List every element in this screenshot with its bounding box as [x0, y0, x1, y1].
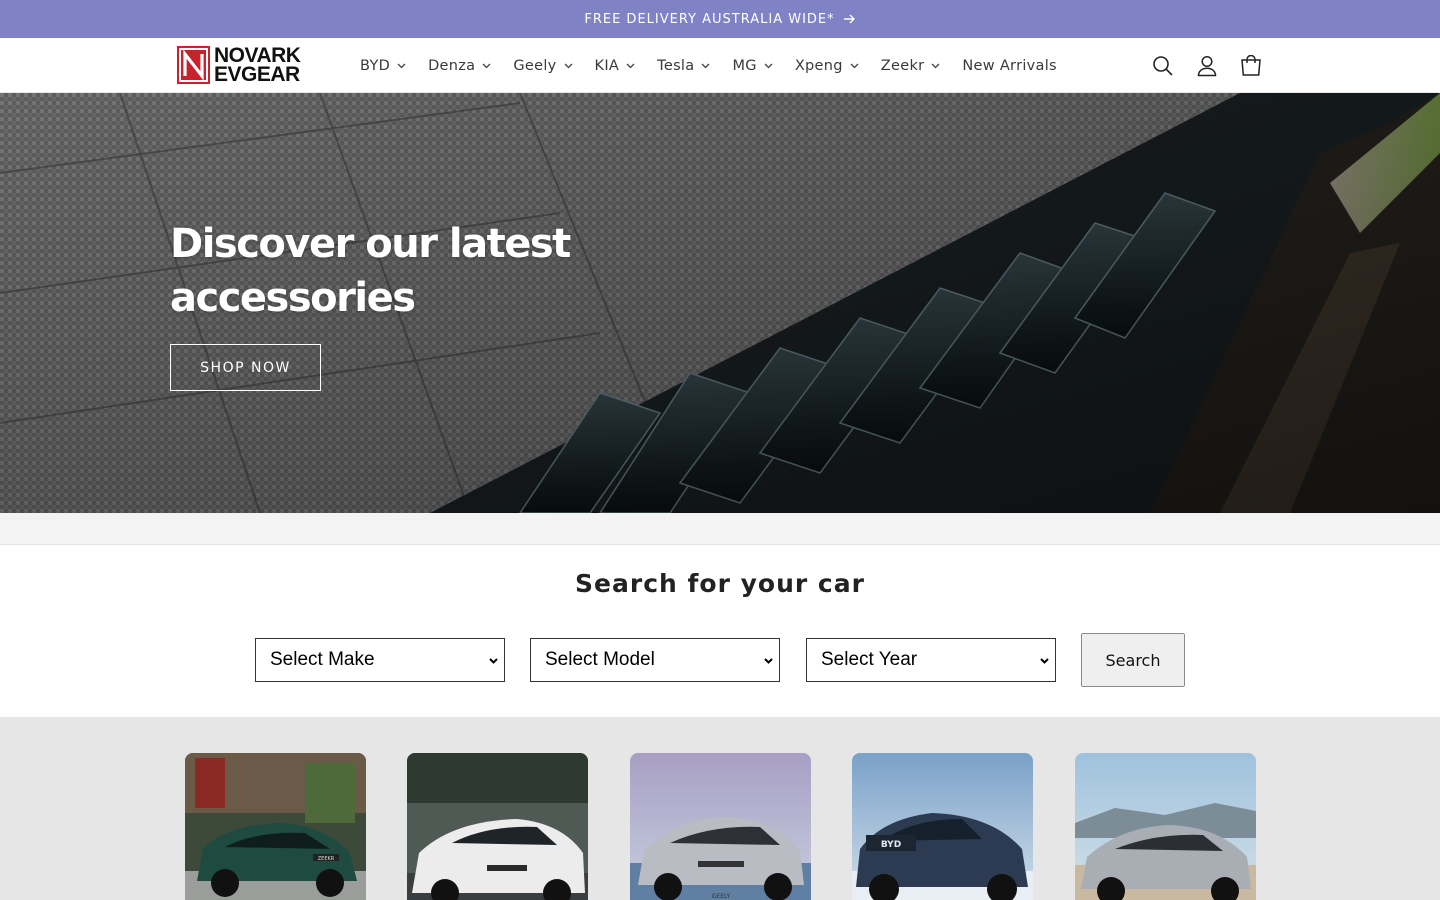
section-divider — [0, 513, 1440, 545]
select-year-dropdown[interactable]: Select Year — [806, 638, 1056, 682]
select-year-value: Select Year — [821, 649, 918, 670]
nav-item-kia[interactable]: KIA — [584, 38, 647, 93]
vehicle-cards-section: ZEEKR GEELY BYD — [0, 717, 1440, 900]
chevron-down-icon — [931, 63, 940, 69]
search-icon[interactable] — [1141, 44, 1185, 88]
chevron-down-icon — [488, 654, 499, 668]
chevron-down-icon — [564, 63, 573, 69]
nav-label: Tesla — [657, 57, 695, 74]
chevron-down-icon — [850, 63, 859, 69]
vehicle-image — [407, 753, 588, 900]
hero-banner: Discover our latest accessories SHOP NOW — [0, 93, 1440, 513]
nav-label: Geely — [513, 57, 557, 74]
main-nav: BYD Denza Geely KIA Tesla MG Xpeng Zeekr… — [349, 38, 1068, 93]
nav-item-tesla[interactable]: Tesla — [646, 38, 721, 93]
nav-label: Zeekr — [880, 57, 925, 74]
chevron-down-icon — [701, 63, 710, 69]
nav-label: New Arrivals — [962, 57, 1057, 74]
site-header: NOVARK EVGEAR BYD Denza Geely KIA Tesla … — [0, 38, 1440, 93]
byd-shark-card[interactable]: BYD — [852, 753, 1033, 900]
tesla-card[interactable] — [407, 753, 588, 900]
vehicle-image: GEELY — [630, 753, 811, 900]
chevron-down-icon — [763, 654, 774, 668]
nav-item-geely[interactable]: Geely — [502, 38, 583, 93]
zeekr-card[interactable]: ZEEKR — [185, 753, 366, 900]
hero-title-line1: Discover our latest — [170, 221, 571, 267]
shop-now-button[interactable]: SHOP NOW — [170, 344, 321, 391]
select-make-dropdown[interactable]: Select Make — [255, 638, 505, 682]
nav-label: BYD — [360, 57, 391, 74]
select-model-dropdown[interactable]: Select Model — [530, 638, 780, 682]
announcement-text[interactable]: FREE DELIVERY AUSTRALIA WIDE* — [584, 12, 834, 27]
chevron-down-icon — [397, 63, 406, 69]
byd-seal-card[interactable] — [1075, 753, 1256, 900]
plate-text: GEELY — [712, 893, 731, 900]
arrow-right-icon — [843, 14, 856, 24]
header-icons — [1141, 38, 1273, 93]
chevron-down-icon — [482, 63, 491, 69]
nav-item-xpeng[interactable]: Xpeng — [784, 38, 870, 93]
car-search-section: Search for your car Select Make Select M… — [0, 545, 1440, 717]
nav-item-mg[interactable]: MG — [721, 38, 783, 93]
account-icon[interactable] — [1185, 44, 1229, 88]
vehicle-image: BYD — [852, 753, 1033, 900]
nav-label: KIA — [594, 57, 620, 74]
chevron-down-icon — [626, 63, 635, 69]
vehicle-image — [1075, 753, 1256, 900]
plate-text: BYD — [881, 840, 901, 850]
logo[interactable]: NOVARK EVGEAR — [177, 45, 301, 86]
announcement-bar[interactable]: FREE DELIVERY AUSTRALIA WIDE* — [0, 0, 1440, 38]
search-section-title: Search for your car — [575, 569, 865, 598]
nav-item-new-arrivals[interactable]: New Arrivals — [951, 38, 1068, 93]
chevron-down-icon — [1039, 654, 1050, 668]
hero-title: Discover our latest accessories — [170, 217, 590, 325]
nav-label: MG — [732, 57, 757, 74]
nav-label: Denza — [428, 57, 476, 74]
select-model-value: Select Model — [545, 649, 655, 670]
nav-item-denza[interactable]: Denza — [417, 38, 502, 93]
nav-item-byd[interactable]: BYD — [349, 38, 417, 93]
select-make-value: Select Make — [270, 649, 375, 670]
search-button[interactable]: Search — [1081, 633, 1185, 687]
chevron-down-icon — [764, 63, 773, 69]
vehicle-image: ZEEKR — [185, 753, 366, 900]
plate-text: ZEEKR — [318, 856, 335, 862]
nav-item-zeekr[interactable]: Zeekr — [870, 38, 952, 93]
geely-card[interactable]: GEELY — [630, 753, 811, 900]
cart-icon[interactable] — [1229, 44, 1273, 88]
nav-label: Xpeng — [794, 57, 843, 74]
logo-line2: EVGEAR — [214, 63, 300, 86]
hero-title-line2: accessories — [170, 275, 416, 321]
logo-mark-icon — [177, 46, 210, 84]
